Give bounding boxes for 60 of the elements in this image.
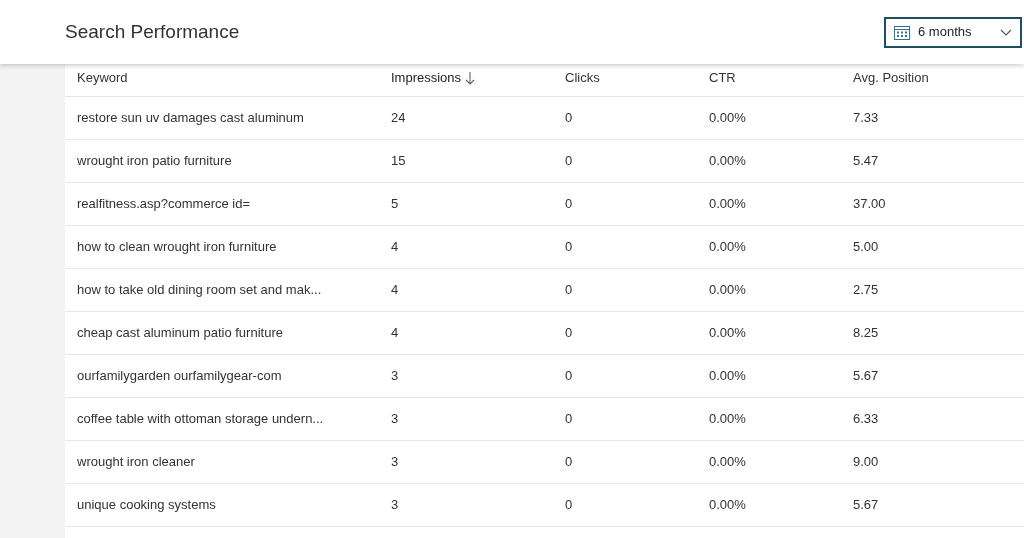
column-header[interactable]: Keyword [77,67,128,88]
table-cell-text: 0.00% [709,281,747,300]
table-cell-text: 15 [391,152,407,171]
table-cell-text: 24 [391,109,407,128]
table-cell-text: 5.00 [853,238,880,257]
table-cell-text: 5.67 [853,367,880,386]
table-cell-text: 4 [391,324,400,343]
table-cell-text: 7.33 [853,109,880,128]
table-cell-text: 0.00% [709,238,747,257]
table-cell-text: 0.00% [709,453,747,472]
keyword-cell-text: unique cooking systems [77,496,217,515]
table-cell-text: 0 [565,453,574,472]
keyword-cell-text: cheap cast aluminum patio furniture [77,324,284,343]
table-cell-text: 5 [391,195,400,214]
calendar-icon [894,24,910,40]
table-cell-text: 0.00% [709,410,747,429]
table-cell-text: 8.25 [853,324,880,343]
column-header[interactable]: Avg. Position [853,67,929,88]
column-header[interactable]: Impressions [391,67,462,88]
table-cell-text: 0 [565,281,574,300]
table-cell-text: 0.00% [709,109,747,128]
table-cell-text: 3 [391,410,400,429]
column-header[interactable]: CTR [709,67,736,88]
page-title: Search Performance [65,19,240,44]
table-cell-text: 0 [565,367,574,386]
keyword-cell-text: restore sun uv damages cast aluminum [77,109,305,128]
table-cell-text: 37.00 [853,195,887,214]
table-cell-text: 4 [391,238,400,257]
keyword-cell-text: coffee table with ottoman storage undern... [77,410,325,429]
table-cell-text: 3 [391,367,400,386]
table-cell-text: 4 [391,281,400,300]
keyword-cell-text: how to take old dining room set and mak... [77,281,323,300]
keyword-cell-text: how to clean wrought iron furniture [77,238,278,257]
table-cell-text: 2.75 [853,281,880,300]
table-cell-text: 0 [565,238,574,257]
table-cell-text: 0.00% [709,195,747,214]
table-cell-text: 0.00% [709,324,747,343]
table-cell-text: 0 [565,496,574,515]
keyword-cell-text: ourfamilygarden ourfamilygear-com [77,367,283,386]
period-dropdown[interactable]: 6 months [884,16,1022,48]
chevron-down-icon [1000,28,1012,36]
sort-descending-icon [465,70,476,85]
table-cell-text: 5.67 [853,496,880,515]
table-cell-text: 0.00% [709,152,747,171]
column-header[interactable]: Clicks [565,67,600,88]
table-cell-text: 0 [565,324,574,343]
table-cell-text: 3 [391,496,400,515]
table-cell-text: 0 [565,410,574,429]
keyword-cell-text: wrought iron patio furniture [77,152,233,171]
table-cell-text: 9.00 [853,453,880,472]
table-cell-text: 0.00% [709,496,747,515]
table-cell-text: 0 [565,152,574,171]
table-cell-text: 5.47 [853,152,880,171]
keyword-cell-text: realfitness.asp?commerce id= [77,195,252,214]
keyword-cell-text: wrought iron cleaner [77,453,196,472]
table-cell-text: 3 [391,453,400,472]
table-cell-text: 6.33 [853,410,880,429]
table-cell-text: 0 [565,109,574,128]
table-cell-text: 0 [565,195,574,214]
table-cell-text: 0.00% [709,367,747,386]
